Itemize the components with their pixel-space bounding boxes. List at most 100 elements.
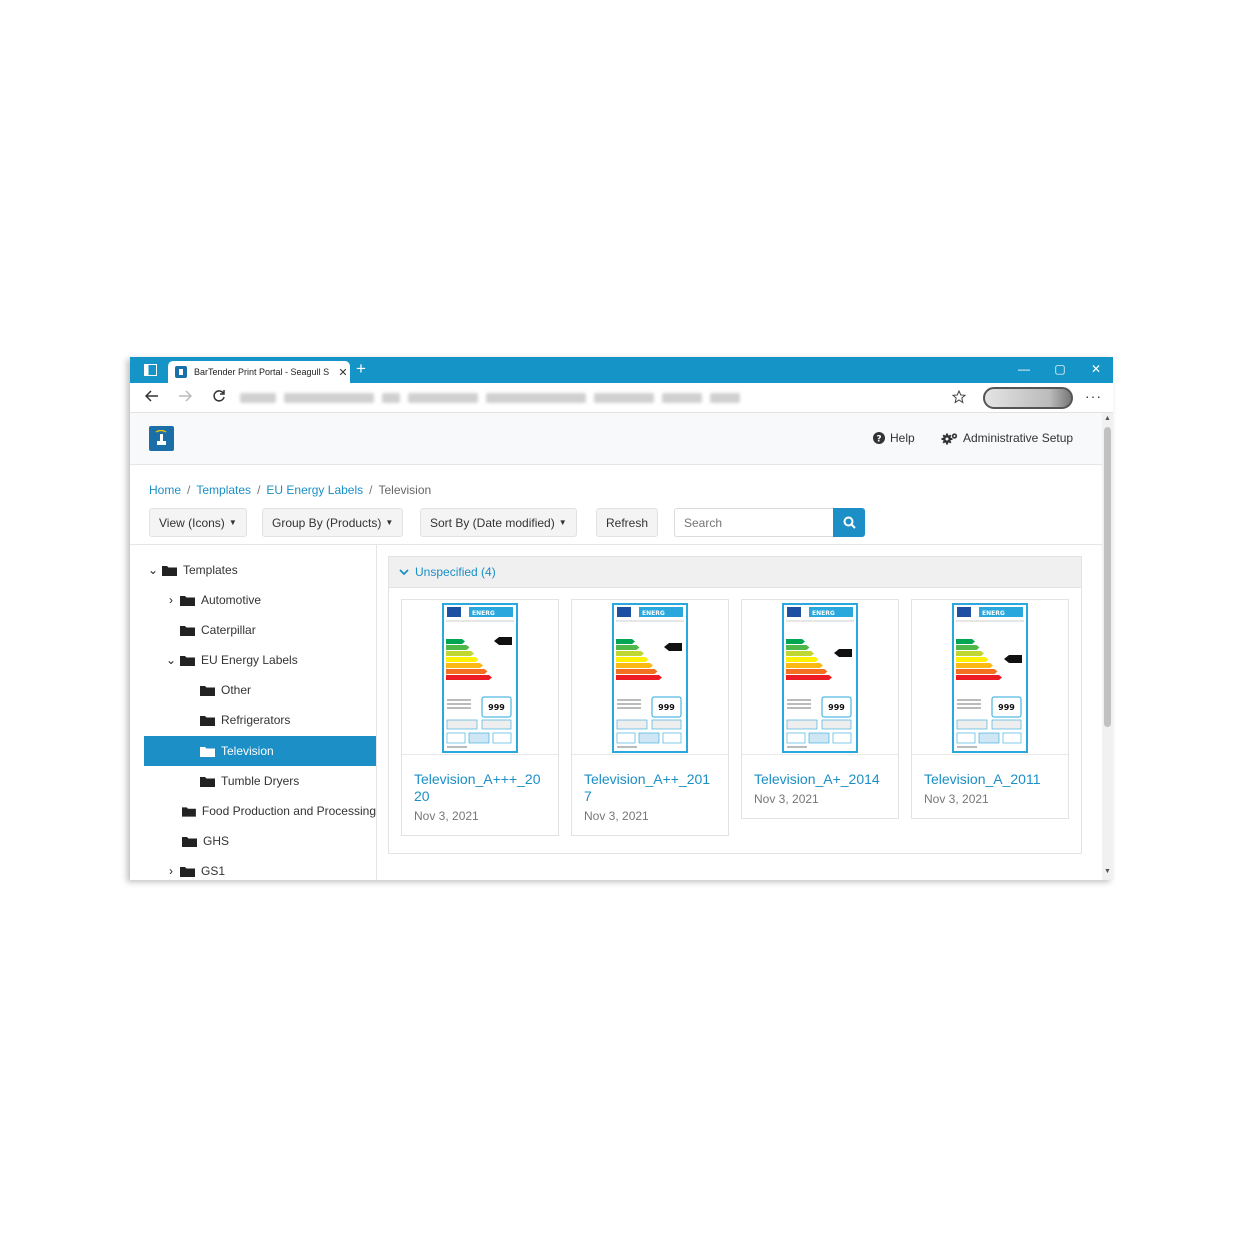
tree-item-tumble-dryers[interactable]: Tumble Dryers: [200, 766, 376, 796]
info-box: [662, 732, 682, 744]
workspaces-icon[interactable]: [137, 361, 163, 379]
energy-class-bar: [616, 669, 658, 674]
chevron-down-icon[interactable]: ⌄: [144, 563, 162, 577]
tree-item-television[interactable]: Television: [144, 736, 376, 766]
tab-close-icon[interactable]: ✕: [336, 366, 350, 379]
info-box: [991, 719, 1022, 730]
tree-item-caterpillar[interactable]: Caterpillar: [180, 615, 376, 645]
folder-icon: [182, 836, 197, 847]
info-box: [446, 719, 478, 730]
template-card[interactable]: ENERG 999 Television_A+++_2020 Nov 3, 202…: [401, 599, 559, 836]
forward-icon[interactable]: [176, 389, 194, 407]
folder-icon: [200, 776, 215, 787]
address-bar: ···: [130, 383, 1113, 413]
energy-class-bar: [786, 651, 814, 656]
view-dropdown-button[interactable]: View (Icons) ▼: [149, 508, 247, 537]
reload-icon[interactable]: [210, 389, 228, 408]
label-heading: ENERG: [472, 610, 495, 617]
template-name[interactable]: Television_A+++_2020: [402, 755, 558, 805]
info-box: [481, 719, 512, 730]
text-line: [447, 703, 471, 705]
energy-class-bar: [446, 675, 492, 680]
tree-item-label: Television: [221, 744, 274, 758]
info-box: [638, 732, 660, 744]
energy-class-bar: [446, 645, 470, 650]
tree-item-refrigerators[interactable]: Refrigerators: [200, 705, 376, 735]
scroll-down-icon[interactable]: ▼: [1102, 868, 1113, 875]
template-name[interactable]: Television_A_2011: [912, 755, 1068, 788]
search-button[interactable]: [833, 508, 865, 537]
folder-icon: [180, 866, 195, 877]
breadcrumb-separator: /: [187, 483, 191, 497]
template-card[interactable]: ENERG 999 Television_A++_2017 Nov 3, 2021: [571, 599, 729, 836]
template-card[interactable]: ENERG 999 Television_A_2011 Nov 3, 2021: [911, 599, 1069, 819]
close-window-button[interactable]: ✕: [1088, 361, 1104, 377]
new-tab-button[interactable]: +: [356, 360, 366, 378]
energy-class-bar: [956, 657, 989, 662]
folder-icon: [182, 806, 196, 817]
administrative-setup-link[interactable]: Administrative Setup: [941, 431, 1073, 445]
chevron-right-icon[interactable]: ›: [162, 864, 180, 878]
template-date: Nov 3, 2021: [584, 809, 649, 823]
group-by-dropdown-button[interactable]: Group By (Products) ▼: [262, 508, 404, 537]
refresh-button[interactable]: Refresh: [596, 508, 659, 537]
template-name[interactable]: Television_A+_2014: [742, 755, 898, 788]
template-card[interactable]: ENERG 999 Television_A+_2014 Nov 3, 2021: [741, 599, 899, 819]
group-header[interactable]: Unspecified (4): [389, 557, 1081, 588]
folder-icon: [200, 685, 215, 696]
search-input[interactable]: [674, 508, 833, 537]
help-link[interactable]: ? Help: [873, 431, 915, 445]
bartender-logo[interactable]: [149, 426, 174, 451]
url-field[interactable]: [240, 390, 960, 406]
maximize-button[interactable]: ▢: [1052, 361, 1068, 377]
chevron-down-icon[interactable]: ⌄: [162, 653, 180, 667]
tree-item-label: Food Production and Processing: [201, 804, 376, 818]
info-box: [616, 719, 648, 730]
info-box: [468, 732, 490, 744]
more-menu-icon[interactable]: ···: [1085, 388, 1102, 404]
group-by-label: Group By (Products): [272, 515, 382, 530]
energy-class-bar: [616, 651, 644, 656]
template-name[interactable]: Television_A++_2017: [572, 755, 728, 805]
profile-button[interactable]: [983, 387, 1073, 409]
tree-item-label: Automotive: [201, 593, 262, 607]
page-scrollbar[interactable]: ▲ ▼: [1102, 413, 1113, 880]
chevron-right-icon[interactable]: ›: [162, 593, 180, 607]
tree-item-label: Other: [221, 683, 252, 697]
breadcrumb: Home / Templates / EU Energy Labels / Te…: [149, 483, 431, 497]
template-date: Nov 3, 2021: [414, 809, 479, 823]
administrative-setup-label: Administrative Setup: [963, 431, 1074, 445]
tree-item-automotive[interactable]: › Automotive: [162, 585, 376, 615]
breadcrumb-current: Television: [378, 483, 432, 497]
breadcrumb-home[interactable]: Home: [149, 483, 181, 497]
energy-label-thumbnail: ENERG 999: [402, 600, 558, 755]
energy-class-bar: [956, 639, 975, 644]
breadcrumb-templates[interactable]: Templates: [196, 483, 251, 497]
tree-item-eu-energy-labels[interactable]: ⌄ EU Energy Labels: [162, 645, 376, 675]
tree-item-food-production[interactable]: Food Production and Processing: [182, 796, 376, 826]
favorites-icon[interactable]: [951, 389, 967, 407]
browser-window: BarTender Print Portal - Seagull S ✕ + —…: [130, 357, 1113, 880]
tree-item-templates[interactable]: ⌄ Templates: [144, 555, 376, 585]
consumption-value: 999: [488, 703, 505, 712]
scroll-up-icon[interactable]: ▲: [1102, 415, 1113, 422]
tree-item-ghs[interactable]: GHS: [182, 826, 376, 856]
energy-class-bar: [956, 645, 980, 650]
energy-class-bar: [956, 651, 984, 656]
sort-by-dropdown-button[interactable]: Sort By (Date modified) ▼: [420, 508, 577, 537]
group-label: Unspecified (4): [415, 565, 496, 579]
energy-label-thumbnail: ENERG 999: [912, 600, 1068, 755]
minimize-button[interactable]: —: [1016, 361, 1032, 377]
back-icon[interactable]: [143, 389, 161, 407]
energy-class-bar: [616, 645, 640, 650]
energy-class-bar: [786, 645, 810, 650]
gears-icon: [941, 432, 958, 444]
tree-item-other[interactable]: Other: [200, 675, 376, 705]
tree-item-gs1[interactable]: › GS1: [162, 856, 376, 880]
help-label: Help: [890, 431, 915, 445]
scrollbar-thumb[interactable]: [1104, 427, 1111, 727]
browser-tab[interactable]: BarTender Print Portal - Seagull S ✕: [168, 361, 350, 383]
breadcrumb-eu-energy-labels[interactable]: EU Energy Labels: [266, 483, 363, 497]
folder-icon: [180, 625, 195, 636]
consumption-value: 999: [828, 703, 845, 712]
